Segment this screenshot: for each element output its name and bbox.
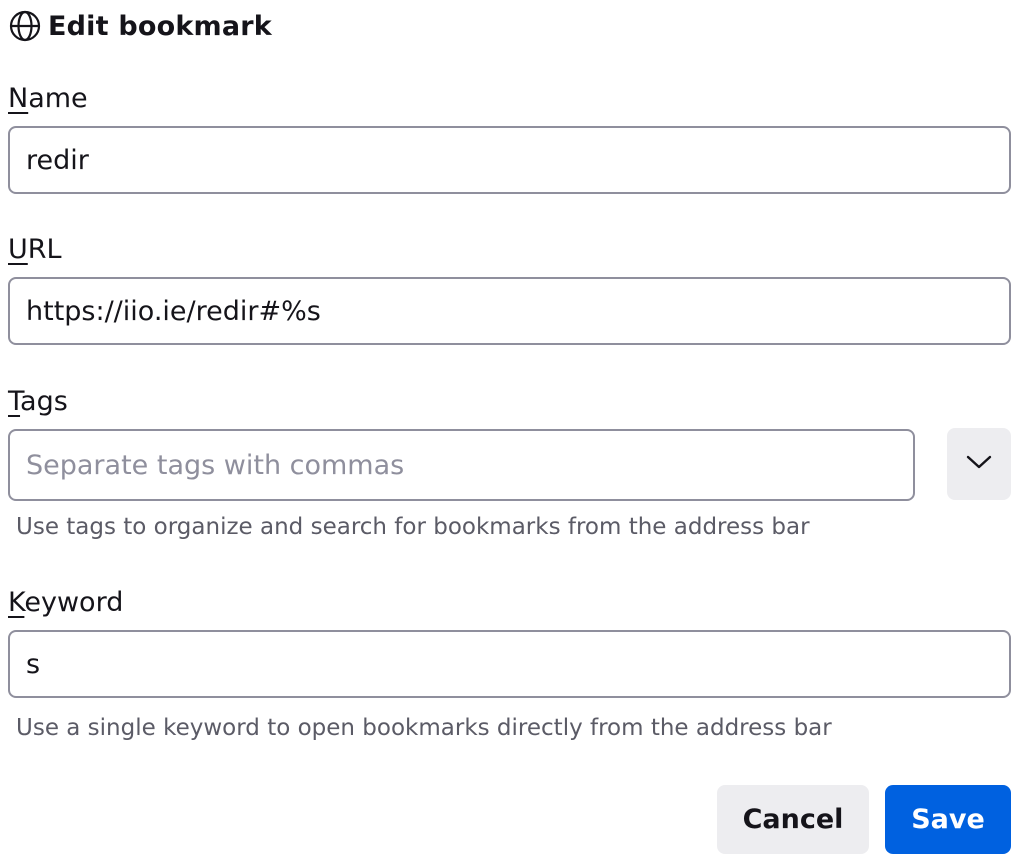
keyword-label-access-key: K (8, 587, 25, 618)
chevron-down-icon (966, 454, 992, 474)
url-field[interactable]: https://iio.ie/redir#%s (8, 277, 1011, 345)
globe-icon (8, 9, 42, 43)
dialog-title: Edit bookmark (48, 10, 272, 42)
url-label: URL (8, 233, 62, 267)
tags-label-text: ags (20, 386, 68, 417)
name-field[interactable]: redir (8, 126, 1011, 194)
tags-label: Tags (8, 385, 68, 419)
keyword-help-text: Use a single keyword to open bookmarks d… (16, 715, 832, 741)
keyword-field[interactable]: s (8, 630, 1011, 698)
tags-label-access-key: T (8, 386, 21, 417)
name-label: Name (8, 82, 88, 116)
keyword-label-text: eyword (24, 587, 124, 618)
tags-help-text: Use tags to organize and search for book… (16, 514, 810, 540)
name-label-access-key: N (8, 83, 29, 114)
cancel-button[interactable]: Cancel (717, 785, 869, 854)
name-label-text: ame (28, 83, 88, 114)
save-button[interactable]: Save (885, 785, 1011, 854)
edit-bookmark-dialog: Edit bookmark Name redir URL https://iio… (0, 0, 1028, 864)
dialog-header: Edit bookmark (8, 8, 272, 44)
tags-expand-button[interactable] (947, 428, 1011, 500)
keyword-label: Keyword (8, 586, 123, 620)
tags-placeholder: Separate tags with commas (26, 449, 405, 481)
tags-field[interactable]: Separate tags with commas (8, 429, 915, 501)
url-label-text: RL (27, 234, 62, 265)
url-label-access-key: U (8, 234, 28, 265)
